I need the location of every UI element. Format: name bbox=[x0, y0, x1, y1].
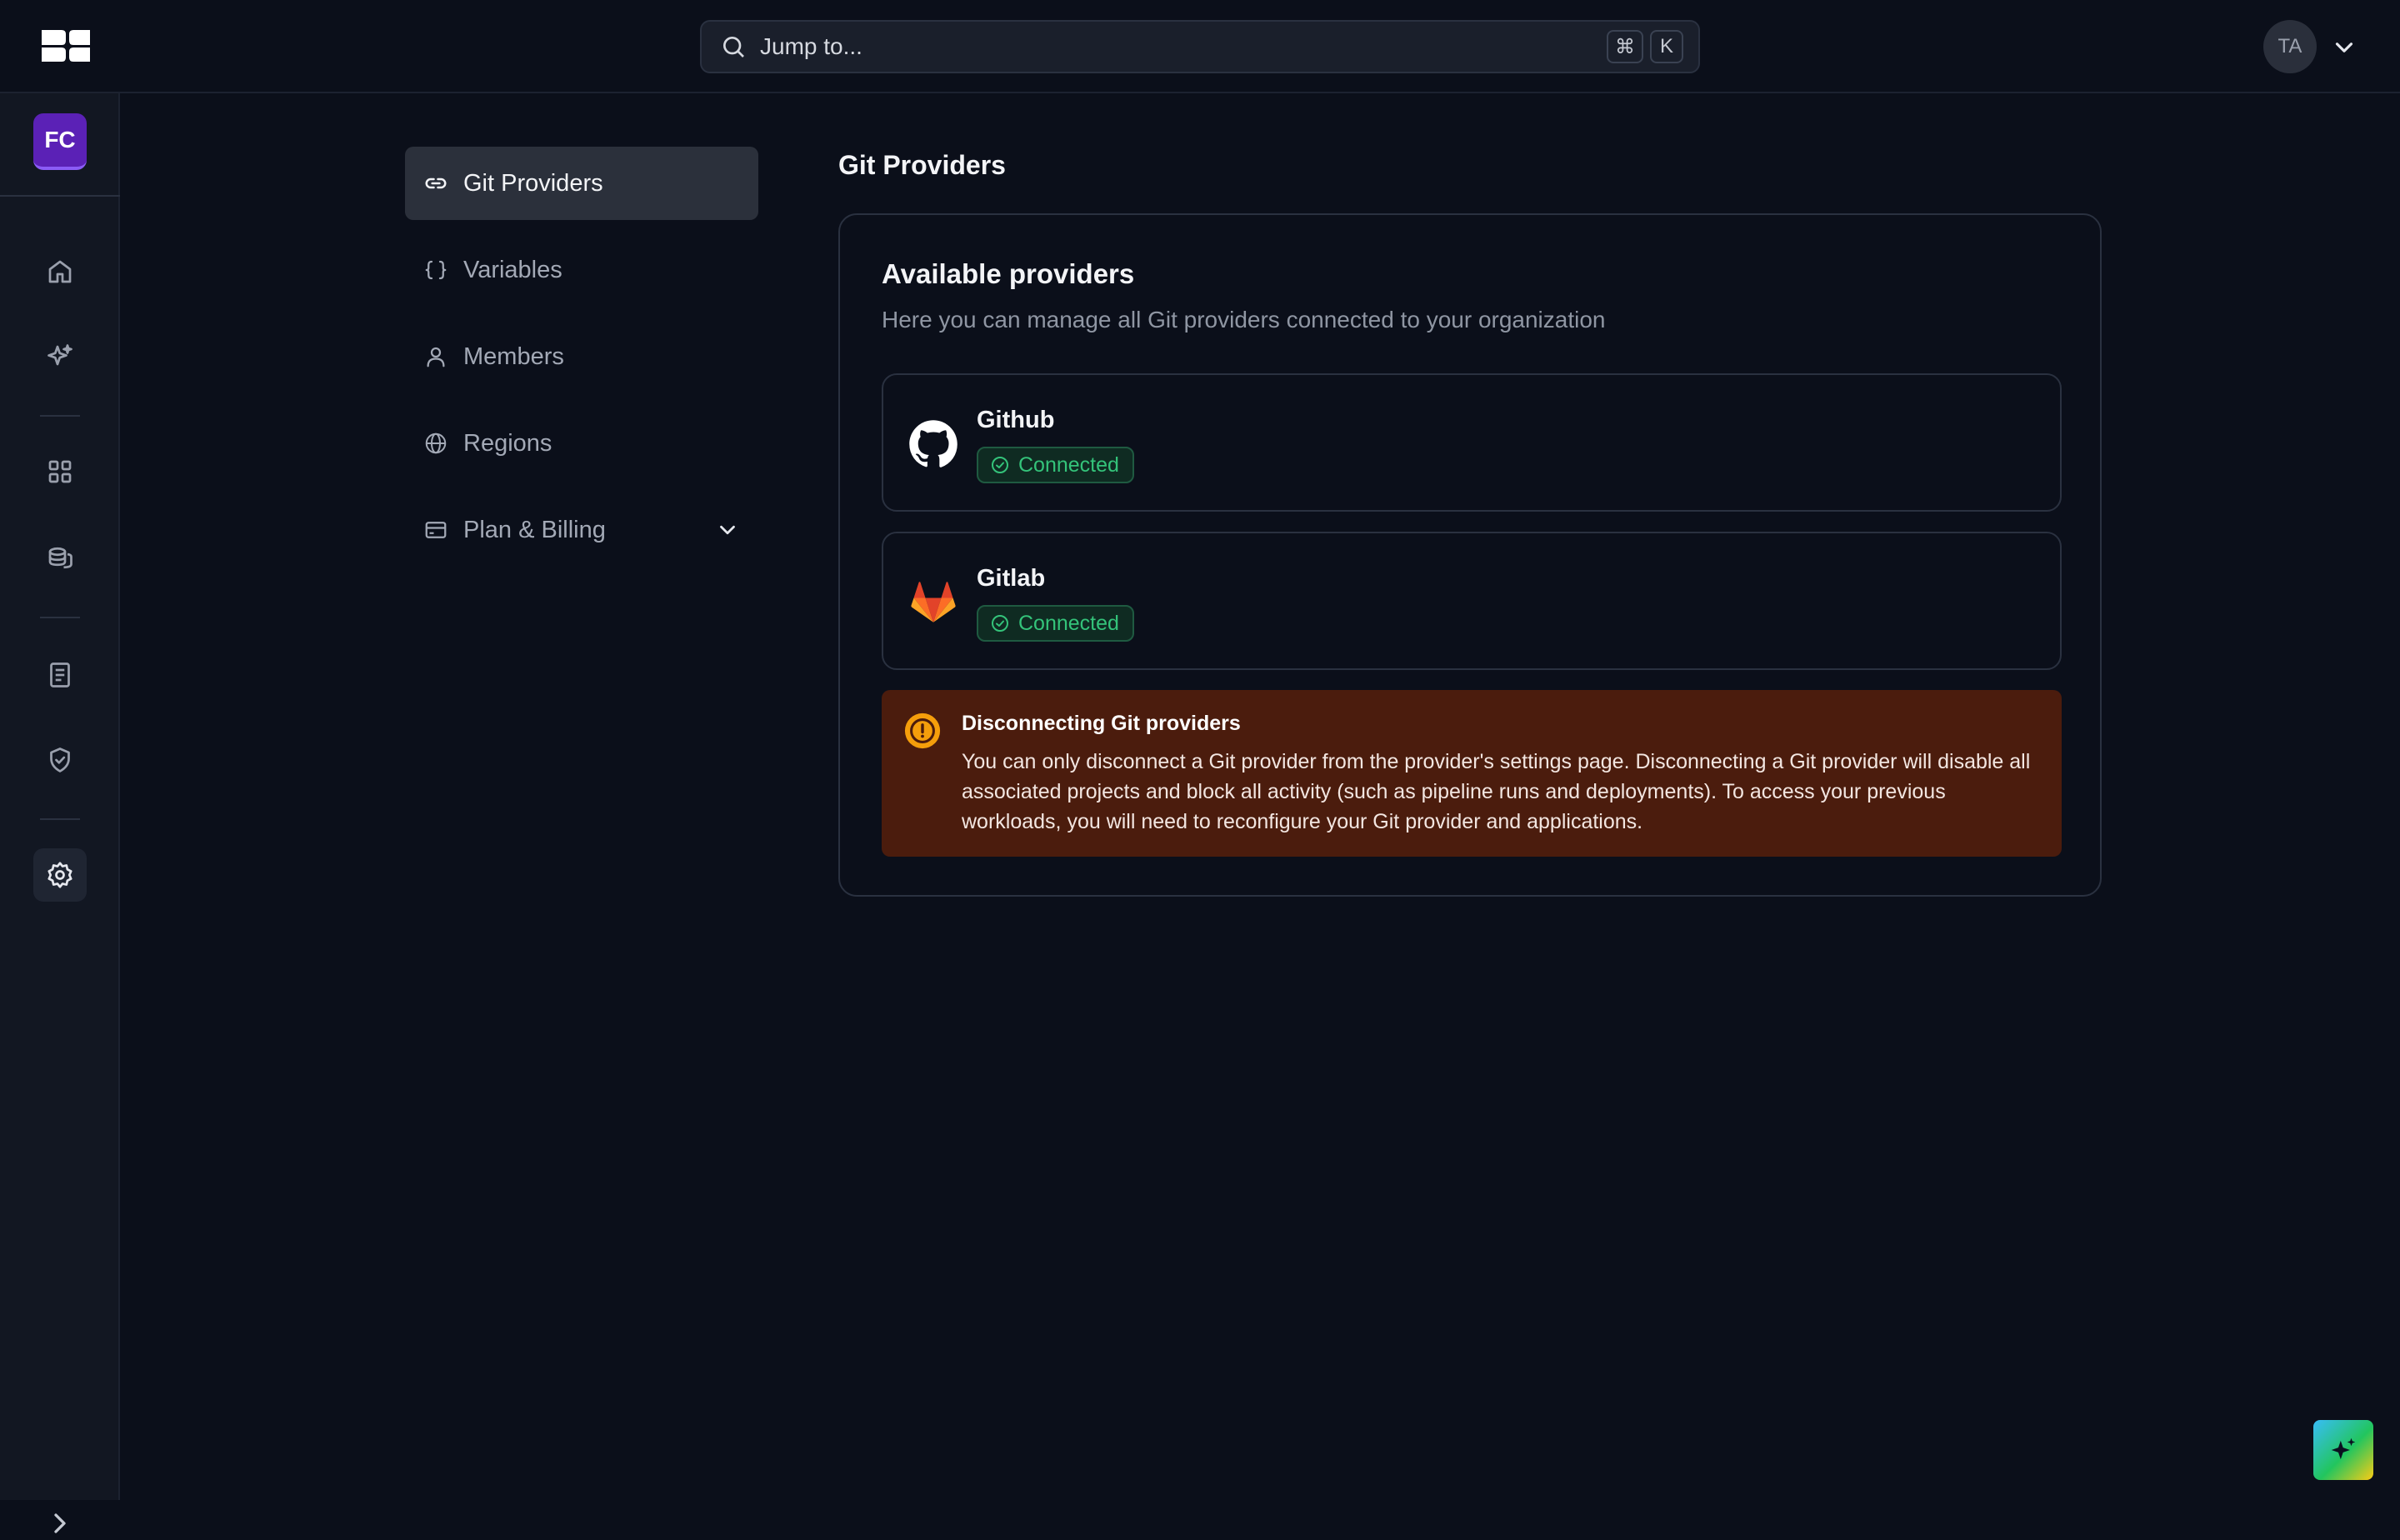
globe-icon bbox=[425, 432, 447, 454]
rail-divider bbox=[0, 195, 120, 197]
card-title: Available providers bbox=[882, 258, 1135, 289]
nav-item-label: Regions bbox=[463, 429, 552, 457]
warning-body: You can only disconnect a Git provider f… bbox=[962, 750, 2031, 833]
nav-item-plan-billing[interactable]: Plan & Billing bbox=[405, 493, 758, 567]
credit-card-icon bbox=[425, 522, 447, 538]
app-logo[interactable] bbox=[38, 27, 93, 65]
rail-item-settings[interactable] bbox=[33, 848, 87, 902]
org-avatar[interactable]: FC bbox=[33, 113, 87, 170]
sparkles-icon bbox=[2331, 1438, 2356, 1460]
chevron-down-icon[interactable] bbox=[715, 518, 740, 542]
nav-item-label: Git Providers bbox=[463, 169, 603, 197]
sparkles-icon bbox=[48, 344, 72, 366]
sidebar-rail: FC bbox=[0, 93, 120, 1533]
page-title: Git Providers bbox=[838, 150, 1006, 180]
warning-callout: Disconnecting Git providers You can only… bbox=[882, 690, 2062, 857]
rail-separator bbox=[40, 617, 80, 618]
link-icon bbox=[425, 178, 447, 189]
search-placeholder: Jump to... bbox=[760, 33, 862, 59]
warning-title: Disconnecting Git providers bbox=[962, 712, 1241, 735]
rail-item-home[interactable] bbox=[33, 245, 87, 298]
shield-check-icon bbox=[50, 748, 70, 772]
user-icon bbox=[427, 347, 445, 368]
status-badge: Connected bbox=[977, 447, 1134, 483]
rail-separator bbox=[40, 415, 80, 417]
provider-gitlab[interactable]: Gitlab Connected bbox=[882, 532, 2062, 670]
github-icon bbox=[909, 420, 958, 468]
grid-icon bbox=[48, 460, 72, 483]
shortcut-key-k: K bbox=[1650, 30, 1683, 63]
nav-item-label: Variables bbox=[463, 256, 562, 283]
chevron-down-icon[interactable] bbox=[2330, 33, 2358, 62]
search-input[interactable]: Jump to... ⌘ K bbox=[700, 20, 1700, 73]
document-icon bbox=[50, 662, 70, 688]
search-icon bbox=[723, 37, 744, 58]
rail-item-audit[interactable] bbox=[33, 648, 87, 702]
check-circle-icon bbox=[992, 615, 1008, 632]
status-text: Connected bbox=[1018, 611, 1119, 635]
rail-item-ai[interactable] bbox=[33, 330, 87, 383]
home-icon bbox=[48, 260, 72, 283]
gear-icon bbox=[48, 862, 72, 888]
nav-item-label: Members bbox=[463, 342, 564, 370]
user-avatar[interactable]: TA bbox=[2263, 20, 2317, 73]
provider-name: Github bbox=[977, 407, 1055, 433]
rail-separator bbox=[40, 818, 80, 820]
nav-item-label: Plan & Billing bbox=[463, 516, 606, 543]
provider-github[interactable]: Github Connected bbox=[882, 373, 2062, 512]
gitlab-icon bbox=[911, 582, 956, 622]
nav-item-regions[interactable]: Regions bbox=[405, 407, 758, 480]
nav-item-members[interactable]: Members bbox=[405, 320, 758, 393]
settings-nav: Git Providers Variables Members Regions … bbox=[405, 147, 758, 580]
check-circle-icon bbox=[992, 457, 1008, 473]
warning-icon bbox=[904, 712, 941, 749]
providers-card: Available providers Here you can manage … bbox=[838, 213, 2102, 897]
nav-item-git-providers[interactable]: Git Providers bbox=[405, 147, 758, 220]
status-badge: Connected bbox=[977, 605, 1134, 642]
top-bar: Jump to... ⌘ K TA bbox=[0, 0, 2400, 93]
provider-name: Gitlab bbox=[977, 565, 1046, 592]
chevron-right-icon[interactable] bbox=[43, 1507, 77, 1540]
shortcut-key-cmd: ⌘ bbox=[1607, 30, 1643, 63]
status-text: Connected bbox=[1018, 452, 1119, 477]
card-subtitle: Here you can manage all Git providers co… bbox=[882, 307, 1606, 332]
braces-icon bbox=[425, 260, 447, 280]
rail-item-databases[interactable] bbox=[33, 530, 87, 583]
rail-item-security[interactable] bbox=[33, 733, 87, 787]
rail-item-apps[interactable] bbox=[33, 445, 87, 498]
ai-assistant-button[interactable] bbox=[2313, 1420, 2373, 1480]
database-icon bbox=[48, 547, 72, 569]
nav-item-variables[interactable]: Variables bbox=[405, 233, 758, 307]
